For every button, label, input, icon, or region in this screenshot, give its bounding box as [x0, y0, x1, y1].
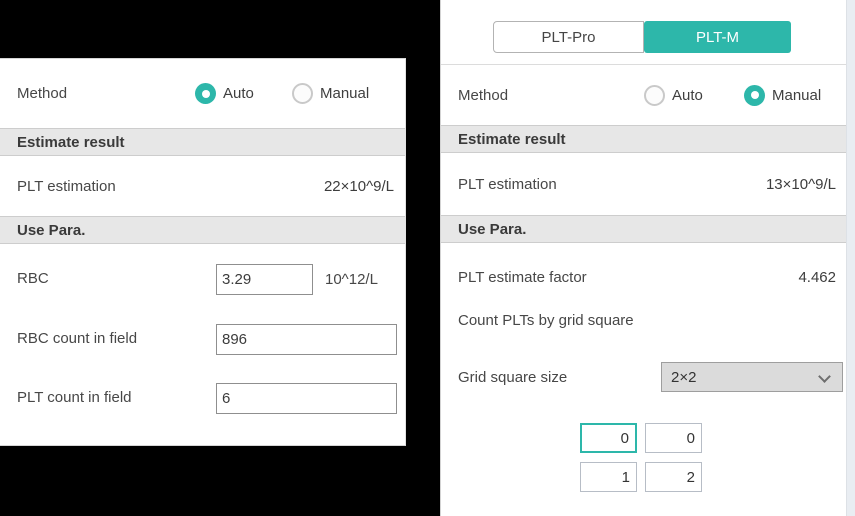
auto-radio-group[interactable]: Auto [644, 84, 703, 106]
rbc-count-row: RBC count in field [0, 308, 405, 368]
rbc-row: RBC 10^12/L [0, 248, 405, 308]
manual-radio[interactable] [292, 83, 313, 104]
screen-background: Method Auto Manual Estimate result PLT e… [0, 0, 855, 516]
plt-estimation-value: 13×10^9/L [765, 175, 836, 193]
use-para-header: Use Para. [0, 216, 405, 244]
count-plts-row: Count PLTs by grid square [441, 300, 855, 340]
tab-plt-m[interactable]: PLT-M [644, 21, 791, 53]
grid-cell-input-r1c0[interactable] [580, 462, 637, 492]
grid-square-size-label: Grid square size [458, 368, 568, 386]
plt-m-panel: PLT-Pro PLT-M Method Auto Manual Estimat… [440, 0, 855, 516]
method-row-right: Method Auto Manual [441, 65, 855, 125]
tabs-row: PLT-Pro PLT-M [441, 0, 855, 65]
plt-estimate-factor-value: 4.462 [798, 268, 836, 286]
estimate-result-header: Estimate result [441, 125, 855, 153]
rbc-count-input[interactable] [216, 324, 397, 355]
chevron-down-icon [818, 370, 831, 383]
count-plts-label: Count PLTs by grid square [458, 311, 634, 329]
plt-estimation-value: 22×10^9/L [323, 177, 394, 195]
rbc-count-label: RBC count in field [17, 329, 138, 347]
rbc-unit: 10^12/L [325, 271, 378, 288]
plt-estimate-factor-row: PLT estimate factor 4.462 [441, 247, 855, 307]
plt-count-grid [580, 423, 702, 492]
plt-estimation-label: PLT estimation [458, 175, 557, 193]
plt-count-label: PLT count in field [17, 388, 132, 406]
tab-plt-pro[interactable]: PLT-Pro [493, 21, 644, 53]
use-para-header: Use Para. [441, 215, 855, 243]
method-label: Method [458, 86, 509, 104]
plt-estimate-factor-label: PLT estimate factor [458, 268, 587, 286]
estimate-result-header: Estimate result [0, 128, 405, 156]
manual-radio-label[interactable]: Manual [320, 85, 369, 102]
plt-estimation-label: PLT estimation [17, 177, 116, 195]
grid-cell-input-r1c1[interactable] [645, 462, 702, 492]
auto-radio[interactable] [195, 83, 216, 104]
grid-square-size-value: 2×2 [671, 368, 697, 386]
manual-radio-group[interactable]: Manual [744, 84, 821, 106]
grid-cell-input-r0c1[interactable] [645, 423, 702, 453]
auto-radio-label[interactable]: Auto [223, 85, 254, 102]
auto-radio-group[interactable]: Auto [195, 83, 254, 104]
manual-radio-label[interactable]: Manual [772, 87, 821, 104]
auto-radio-label[interactable]: Auto [672, 87, 703, 104]
grid-square-size-select[interactable]: 2×2 [661, 362, 843, 392]
method-label: Method [17, 85, 68, 102]
plt-estimation-row: PLT estimation 22×10^9/L [0, 156, 405, 216]
plt-estimation-row: PLT estimation 13×10^9/L [441, 153, 855, 215]
scrollbar[interactable] [846, 0, 855, 516]
rbc-label: RBC [17, 269, 49, 287]
plt-count-input[interactable] [216, 383, 397, 414]
rbc-input[interactable] [216, 264, 313, 295]
manual-radio[interactable] [744, 84, 765, 106]
manual-radio-group[interactable]: Manual [292, 83, 369, 104]
auto-radio[interactable] [644, 84, 665, 106]
method-row-left: Method Auto Manual [0, 59, 405, 128]
plt-count-row: PLT count in field [0, 367, 405, 427]
grid-square-size-row: Grid square size 2×2 [441, 348, 855, 406]
plt-pro-panel: Method Auto Manual Estimate result PLT e… [0, 58, 406, 446]
grid-cell-input-r0c0[interactable] [580, 423, 637, 453]
